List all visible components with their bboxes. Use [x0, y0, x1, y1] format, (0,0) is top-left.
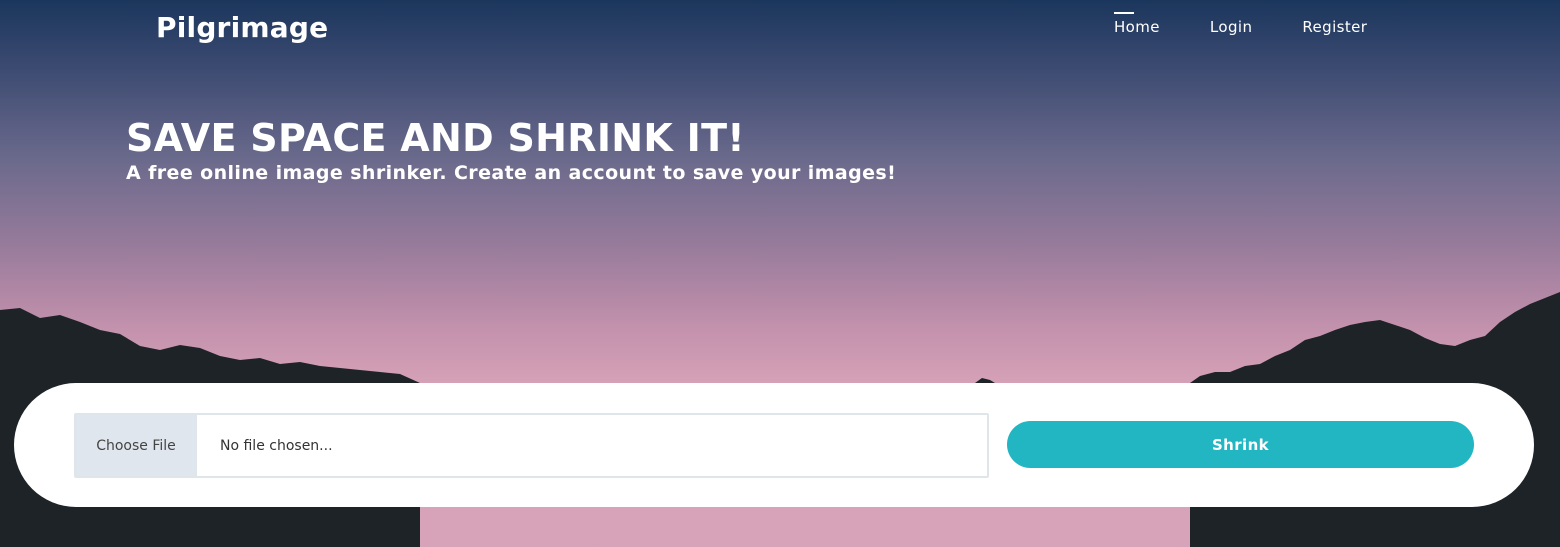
- nav-home[interactable]: Home: [1114, 12, 1160, 36]
- file-input[interactable]: Choose File No file chosen...: [74, 413, 989, 478]
- hero-subtitle: A free online image shrinker. Create an …: [126, 162, 897, 184]
- nav-register[interactable]: Register: [1302, 18, 1367, 36]
- main-nav: Home Login Register: [1114, 12, 1367, 36]
- choose-file-button[interactable]: Choose File: [76, 415, 197, 476]
- shrink-button[interactable]: Shrink: [1007, 421, 1474, 468]
- nav-login[interactable]: Login: [1210, 18, 1252, 36]
- brand-logo[interactable]: Pilgrimage: [156, 11, 328, 44]
- file-name-display: No file chosen...: [220, 437, 333, 454]
- hero-title: SAVE SPACE AND SHRINK IT!: [126, 116, 745, 160]
- upload-card: Choose File No file chosen... Shrink: [14, 383, 1534, 507]
